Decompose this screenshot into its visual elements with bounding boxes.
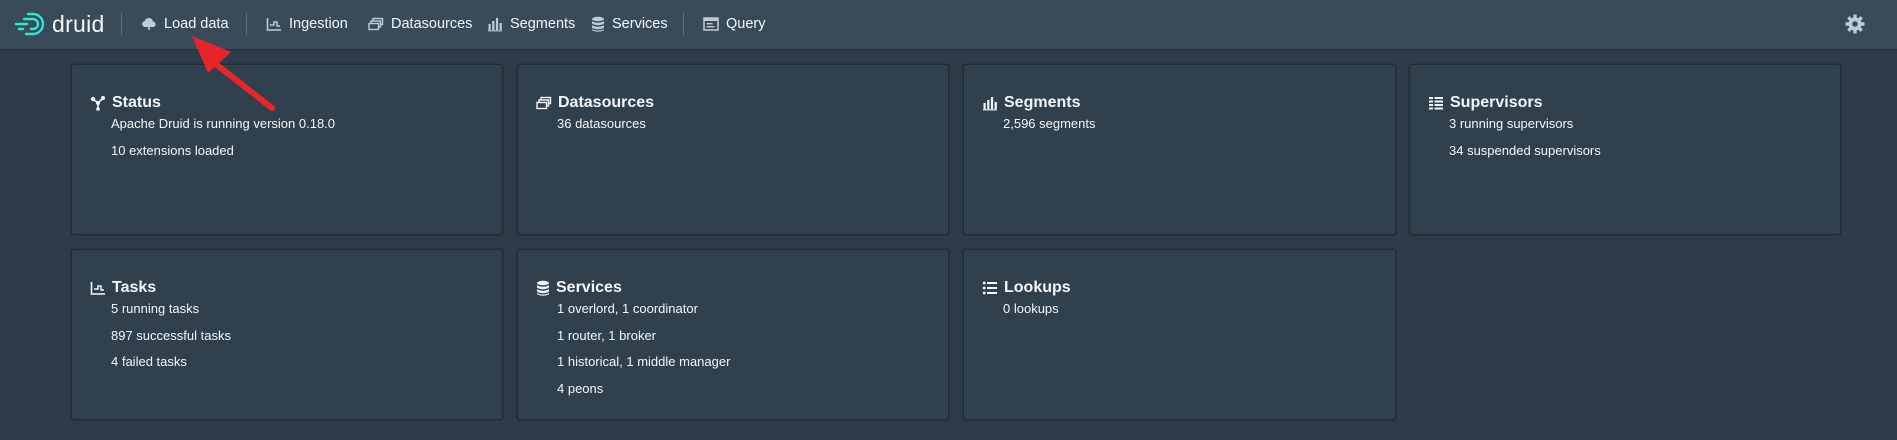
supervisors-card[interactable]: Supervisors 3 running supervisors 34 sus…: [1409, 64, 1841, 235]
app-name: druid: [52, 10, 105, 37]
lookups-card[interactable]: Lookups 0 lookups: [963, 249, 1396, 420]
druid-logo[interactable]: druid: [14, 9, 105, 39]
status-card[interactable]: Status Apache Druid is running version 0…: [71, 64, 503, 235]
tasks-card[interactable]: Tasks 5 running tasks 897 successful tas…: [71, 249, 503, 420]
database-icon: [592, 16, 604, 32]
services-title: Services: [556, 279, 622, 296]
nav-services[interactable]: Services: [585, 10, 674, 38]
lookups-card-title: Lookups: [982, 279, 1071, 297]
tasks-successful-text: 897 successful tasks: [111, 328, 231, 343]
supervisors-list-icon: [1429, 97, 1443, 110]
nav-segments-label: Segments: [510, 16, 576, 32]
supervisors-running-text: 3 running supervisors: [1449, 116, 1574, 131]
properties-list-icon: [982, 281, 997, 295]
ingestion-chart-icon: [90, 282, 105, 295]
nav-divider: [246, 13, 247, 35]
nav-datasources[interactable]: Datasources: [362, 10, 478, 38]
segments-icon: [983, 97, 997, 111]
nav-divider: [121, 13, 122, 35]
services-card[interactable]: Services 1 overlord, 1 coordinator 1 rou…: [517, 249, 949, 420]
status-extensions-text: 10 extensions loaded: [111, 143, 234, 158]
datasources-icon: [368, 17, 384, 31]
nav-ingestion[interactable]: Ingestion: [260, 10, 354, 38]
settings-button[interactable]: [1844, 13, 1866, 35]
cloud-upload-icon: [142, 17, 156, 30]
tasks-running-text: 5 running tasks: [111, 301, 200, 316]
nav-datasources-label: Datasources: [391, 16, 473, 32]
lookups-title: Lookups: [1004, 279, 1071, 296]
segments-card[interactable]: Segments 2,596 segments: [963, 64, 1396, 235]
supervisors-card-title: Supervisors: [1428, 94, 1542, 112]
top-navbar: druid Load data Ingestion Datasources Se…: [0, 0, 1897, 49]
segments-card-title: Segments: [982, 94, 1080, 112]
services-line-4: 4 peons: [557, 381, 604, 396]
tasks-card-title: Tasks: [90, 279, 156, 297]
ingestion-chart-icon: [266, 18, 281, 31]
tasks-failed-text: 4 failed tasks: [111, 354, 187, 369]
gear-icon: [1845, 14, 1865, 34]
services-line-2: 1 router, 1 broker: [557, 328, 656, 343]
supervisors-title: Supervisors: [1450, 94, 1543, 111]
database-icon: [537, 280, 549, 296]
status-graph-icon: [90, 96, 105, 111]
nav-divider: [683, 13, 684, 35]
status-title: Status: [112, 94, 161, 111]
datasources-icon: [536, 96, 552, 110]
nav-segments[interactable]: Segments: [481, 10, 581, 38]
lookups-count-text: 0 lookups: [1003, 301, 1059, 316]
druid-logo-icon: [14, 12, 45, 36]
services-line-3: 1 historical, 1 middle manager: [557, 354, 731, 369]
services-line-1: 1 overlord, 1 coordinator: [557, 301, 698, 316]
datasources-card[interactable]: Datasources 36 datasources: [517, 64, 949, 235]
status-card-title: Status: [90, 94, 161, 112]
supervisors-suspended-text: 34 suspended supervisors: [1449, 143, 1601, 158]
nav-query-label: Query: [726, 16, 766, 32]
services-card-title: Services: [536, 279, 622, 297]
nav-ingestion-label: Ingestion: [289, 16, 348, 32]
segments-title: Segments: [1004, 94, 1081, 111]
nav-load-data[interactable]: Load data: [135, 10, 235, 38]
tasks-title: Tasks: [112, 279, 157, 296]
nav-load-data-label: Load data: [164, 16, 229, 32]
nav-services-label: Services: [612, 16, 668, 32]
datasources-card-title: Datasources: [536, 94, 654, 112]
query-application-icon: [703, 17, 719, 31]
segments-count-text: 2,596 segments: [1003, 116, 1096, 131]
segments-icon: [488, 18, 502, 32]
datasources-count-text: 36 datasources: [557, 116, 646, 131]
datasources-title: Datasources: [558, 94, 655, 111]
nav-query[interactable]: Query: [697, 10, 772, 38]
status-version-text: Apache Druid is running version 0.18.0: [111, 116, 336, 131]
